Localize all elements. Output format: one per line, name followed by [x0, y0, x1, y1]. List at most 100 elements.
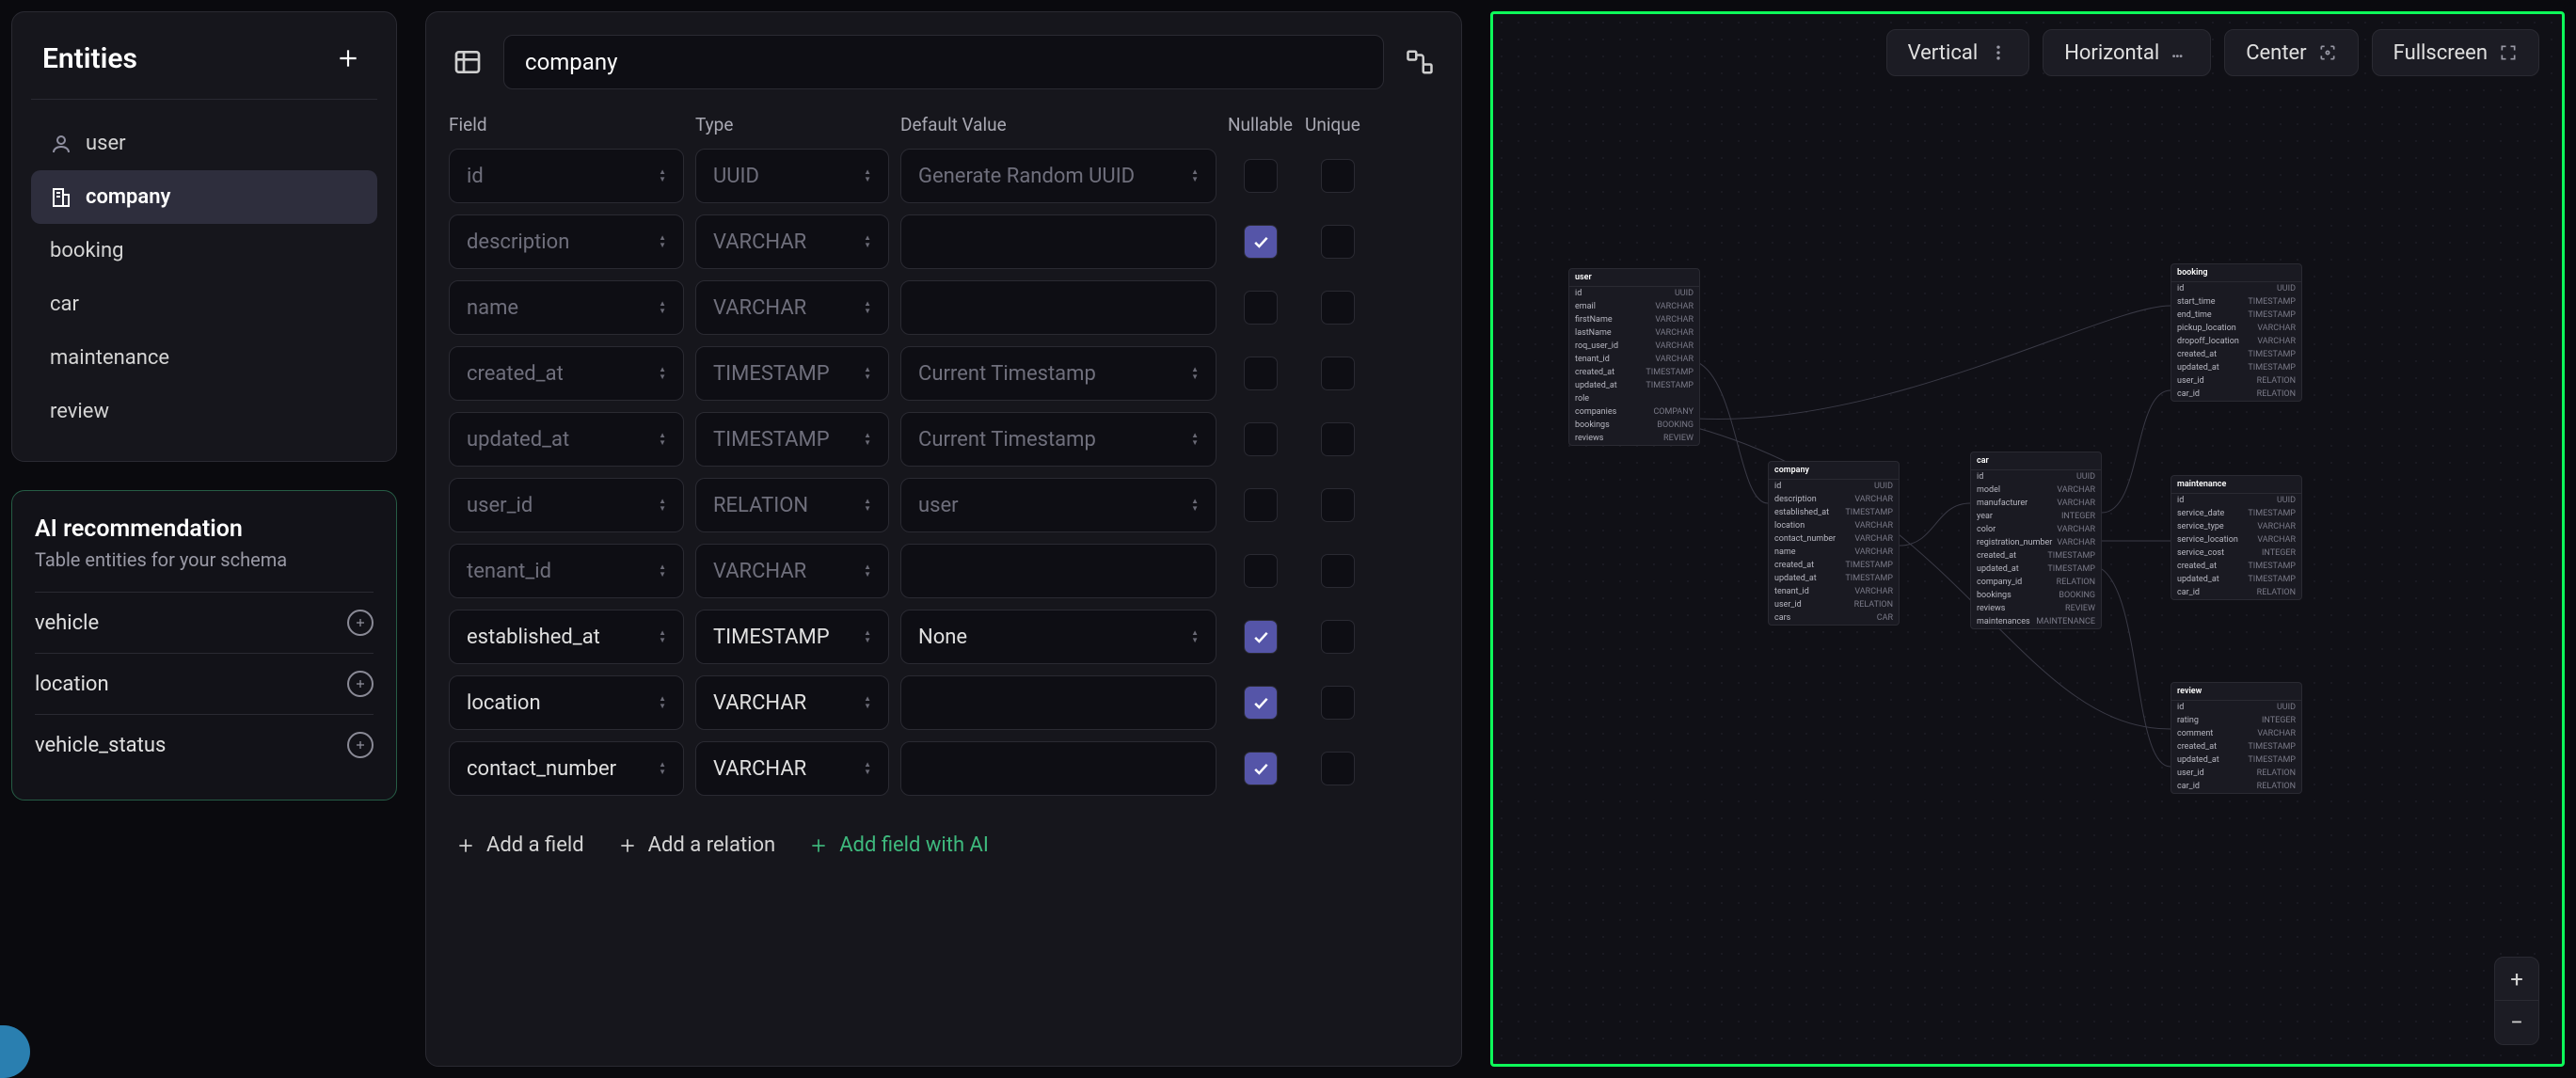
checkbox[interactable]: [1244, 752, 1278, 785]
field-default-select[interactable]: [900, 675, 1216, 730]
erd-node-user[interactable]: useridUUIDemailVARCHARfirstNameVARCHARla…: [1568, 268, 1700, 446]
checkbox[interactable]: [1244, 159, 1278, 193]
ai-add-button[interactable]: [347, 732, 374, 758]
add-relation-button[interactable]: Add a relation: [618, 833, 776, 857]
sidebar-item-user[interactable]: user: [31, 117, 377, 170]
erd-node-review[interactable]: reviewidUUIDratingINTEGERcommentVARCHARc…: [2171, 682, 2302, 794]
field-default-select[interactable]: [900, 741, 1216, 796]
checkbox[interactable]: [1244, 554, 1278, 588]
node-field: yearINTEGER: [1971, 510, 2101, 523]
checkbox[interactable]: [1321, 159, 1355, 193]
node-field: reviewsREVIEW: [1569, 432, 1699, 445]
zoom-in-button[interactable]: +: [2495, 958, 2538, 1001]
ai-item-label: location: [35, 673, 109, 696]
field-name-input[interactable]: description▲▼: [449, 214, 684, 269]
field-type-select[interactable]: VARCHAR▲▼: [695, 675, 889, 730]
checkbox[interactable]: [1244, 686, 1278, 720]
checkbox[interactable]: [1244, 357, 1278, 390]
field-name-input[interactable]: created_at▲▼: [449, 346, 684, 401]
plus-icon: [809, 836, 828, 855]
ai-add-button[interactable]: [347, 610, 374, 636]
field-default-select[interactable]: [900, 544, 1216, 598]
field-default-select[interactable]: Generate Random UUID▲▼: [900, 149, 1216, 203]
field-name-input[interactable]: tenant_id▲▼: [449, 544, 684, 598]
field-default-select[interactable]: None▲▼: [900, 610, 1216, 664]
sidebar-item-company[interactable]: company: [31, 170, 377, 224]
checkbox[interactable]: [1244, 488, 1278, 522]
field-default-select[interactable]: user▲▼: [900, 478, 1216, 532]
zoom-out-button[interactable]: −: [2495, 1001, 2538, 1044]
ai-suggestion-vehicle_status: vehicle_status: [35, 714, 374, 775]
checkbox[interactable]: [1244, 291, 1278, 325]
checkbox[interactable]: [1321, 422, 1355, 456]
node-field: service_dateTIMESTAMP: [2171, 507, 2301, 520]
entity-name-input[interactable]: [503, 35, 1384, 89]
node-field: locationVARCHAR: [1769, 519, 1899, 532]
field-type-select[interactable]: TIMESTAMP▲▼: [695, 346, 889, 401]
erd-node-booking[interactable]: bookingidUUIDstart_timeTIMESTAMPend_time…: [2171, 263, 2302, 402]
checkbox[interactable]: [1244, 620, 1278, 654]
field-name-input[interactable]: id▲▼: [449, 149, 684, 203]
field-type-select[interactable]: RELATION▲▼: [695, 478, 889, 532]
checkbox[interactable]: [1321, 620, 1355, 654]
field-name-input[interactable]: updated_at▲▼: [449, 412, 684, 467]
node-field: user_idRELATION: [1769, 598, 1899, 611]
field-default-select[interactable]: [900, 280, 1216, 335]
node-title: maintenance: [2171, 476, 2301, 494]
field-default-select[interactable]: Current Timestamp▲▼: [900, 412, 1216, 467]
entities-panel: Entities usercompanybookingcarmaintenanc…: [11, 11, 397, 462]
checkbox[interactable]: [1244, 225, 1278, 259]
field-type-select[interactable]: TIMESTAMP▲▼: [695, 412, 889, 467]
erd-node-company[interactable]: companyidUUIDdescriptionVARCHARestablish…: [1768, 461, 1900, 626]
field-row-user_id: user_id▲▼RELATION▲▼user▲▼: [449, 478, 1439, 532]
node-field: tenant_idVARCHAR: [1769, 585, 1899, 598]
node-field: colorVARCHAR: [1971, 523, 2101, 536]
node-field: car_idRELATION: [2171, 586, 2301, 599]
field-type-select[interactable]: VARCHAR▲▼: [695, 544, 889, 598]
node-field: idUUID: [1769, 480, 1899, 493]
node-field: car_idRELATION: [2171, 388, 2301, 401]
field-name-input[interactable]: user_id▲▼: [449, 478, 684, 532]
field-type-select[interactable]: VARCHAR▲▼: [695, 280, 889, 335]
field-name-input[interactable]: location▲▼: [449, 675, 684, 730]
field-type-select[interactable]: UUID▲▼: [695, 149, 889, 203]
node-field: carsCAR: [1769, 611, 1899, 625]
checkbox[interactable]: [1321, 291, 1355, 325]
node-field: user_idRELATION: [2171, 374, 2301, 388]
node-field: reviewsREVIEW: [1971, 602, 2101, 615]
sidebar-item-booking[interactable]: booking: [31, 224, 377, 277]
building-icon: [50, 186, 72, 209]
field-name-input[interactable]: contact_number▲▼: [449, 741, 684, 796]
add-field-ai-button[interactable]: Add field with AI: [809, 833, 989, 857]
checkbox[interactable]: [1321, 554, 1355, 588]
field-name-input[interactable]: established_at▲▼: [449, 610, 684, 664]
field-default-select[interactable]: [900, 214, 1216, 269]
field-default-select[interactable]: Current Timestamp▲▼: [900, 346, 1216, 401]
col-unique: Unique: [1305, 114, 1371, 135]
node-field: idUUID: [2171, 494, 2301, 507]
col-default: Default Value: [900, 114, 1216, 135]
ai-add-button[interactable]: [347, 671, 374, 697]
checkbox[interactable]: [1244, 422, 1278, 456]
field-name-input[interactable]: name▲▼: [449, 280, 684, 335]
field-type-select[interactable]: TIMESTAMP▲▼: [695, 610, 889, 664]
sidebar-item-car[interactable]: car: [31, 277, 377, 331]
checkbox[interactable]: [1321, 686, 1355, 720]
relations-icon[interactable]: [1401, 43, 1439, 81]
checkbox[interactable]: [1321, 225, 1355, 259]
erd-node-maintenance[interactable]: maintenanceidUUIDservice_dateTIMESTAMPse…: [2171, 475, 2302, 600]
ai-recommendation-panel: AI recommendation Table entities for you…: [11, 490, 397, 801]
checkbox[interactable]: [1321, 752, 1355, 785]
erd-node-car[interactable]: caridUUIDmodelVARCHARmanufacturerVARCHAR…: [1970, 452, 2102, 629]
erd-canvas[interactable]: Vertical Horizontal ··· Center Fullscree…: [1490, 11, 2565, 1067]
add-field-label: Add a field: [486, 833, 584, 857]
sidebar-item-maintenance[interactable]: maintenance: [31, 331, 377, 385]
node-field: service_locationVARCHAR: [2171, 533, 2301, 547]
add-field-button[interactable]: Add a field: [456, 833, 584, 857]
field-type-select[interactable]: VARCHAR▲▼: [695, 214, 889, 269]
checkbox[interactable]: [1321, 357, 1355, 390]
field-type-select[interactable]: VARCHAR▲▼: [695, 741, 889, 796]
sidebar-item-review[interactable]: review: [31, 385, 377, 438]
add-entity-button[interactable]: [330, 40, 366, 76]
checkbox[interactable]: [1321, 488, 1355, 522]
